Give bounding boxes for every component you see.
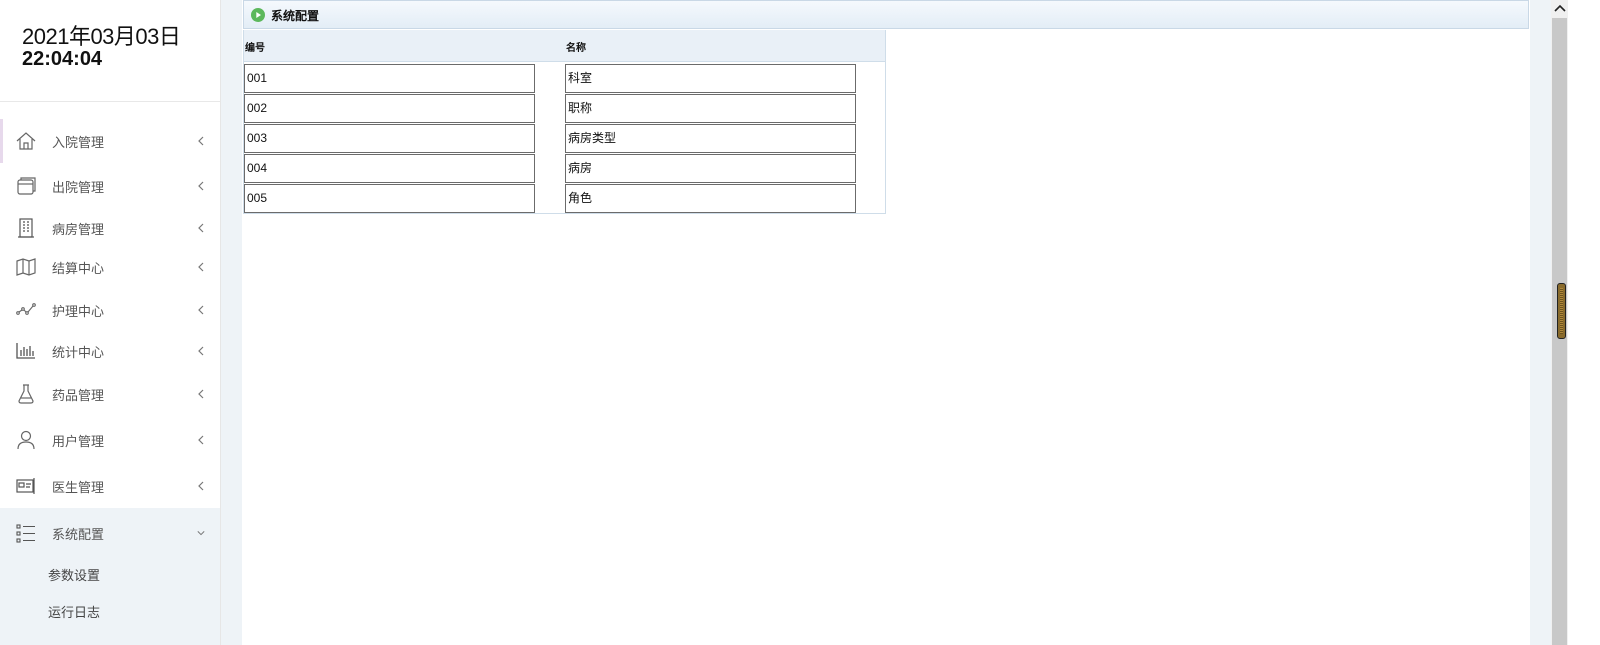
sidebar-item-label: 医生管理 bbox=[52, 480, 105, 496]
chevron-left-icon bbox=[196, 481, 206, 491]
play-circle-icon bbox=[251, 8, 265, 22]
name-cell[interactable]: 病房 bbox=[565, 154, 856, 183]
scrollbar-thumb[interactable] bbox=[1557, 283, 1566, 339]
chevron-left-icon bbox=[196, 435, 206, 445]
building-icon bbox=[15, 217, 37, 239]
clock-time: 22:04:04 bbox=[22, 48, 103, 70]
sidebar-item-label: 病房管理 bbox=[52, 222, 105, 238]
sidebar-item-label: 药品管理 bbox=[52, 388, 105, 404]
user-icon bbox=[15, 429, 37, 451]
sidebar-item-label: 入院管理 bbox=[52, 135, 105, 151]
sidebar-subitem-run-log[interactable]: 运行日志 bbox=[48, 602, 100, 621]
chevron-left-icon bbox=[196, 305, 206, 315]
id-cell[interactable]: 002 bbox=[244, 94, 535, 123]
chevron-left-icon bbox=[196, 389, 206, 399]
chevron-left-icon bbox=[196, 346, 206, 356]
column-header-name: 名称 bbox=[566, 43, 586, 54]
sidebar-item-nursing[interactable]: 护理中心 bbox=[0, 290, 220, 330]
id-card-icon bbox=[15, 475, 37, 497]
home-icon bbox=[15, 130, 37, 152]
id-cell[interactable]: 004 bbox=[244, 154, 535, 183]
sidebar-item-users[interactable]: 用户管理 bbox=[0, 420, 220, 460]
sidebar-item-system-config[interactable]: 系统配置 bbox=[0, 513, 220, 553]
table-header: 编号 名称 bbox=[244, 30, 885, 62]
line-chart-icon bbox=[15, 299, 37, 321]
sidebar-item-discharge[interactable]: 出院管理 bbox=[0, 166, 220, 206]
sidebar-item-doctors[interactable]: 医生管理 bbox=[0, 466, 220, 506]
window-icon bbox=[15, 175, 37, 197]
chevron-up-icon[interactable] bbox=[1554, 3, 1566, 13]
page-margin bbox=[1568, 0, 1600, 645]
sidebar-item-label: 用户管理 bbox=[52, 434, 105, 450]
id-cell[interactable]: 003 bbox=[244, 124, 535, 153]
map-icon bbox=[15, 256, 37, 278]
name-cell[interactable]: 职称 bbox=[565, 94, 856, 123]
sidebar-item-medicine[interactable]: 药品管理 bbox=[0, 374, 220, 414]
chevron-left-icon bbox=[196, 136, 206, 146]
sidebar-item-label: 护理中心 bbox=[52, 304, 105, 320]
name-cell[interactable]: 病房类型 bbox=[565, 124, 856, 153]
sidebar-item-label: 统计中心 bbox=[52, 345, 105, 361]
panel-title: 系统配置 bbox=[271, 9, 320, 23]
id-cell[interactable]: 001 bbox=[244, 64, 535, 93]
sidebar-item-label: 出院管理 bbox=[52, 180, 105, 196]
flask-icon bbox=[15, 383, 37, 405]
column-header-id: 编号 bbox=[245, 43, 265, 54]
sidebar-item-label: 系统配置 bbox=[52, 527, 105, 543]
sidebar-subitem-parameters[interactable]: 参数设置 bbox=[48, 565, 100, 584]
chevron-left-icon bbox=[196, 181, 206, 191]
clock-date: 2021年03月03日 bbox=[22, 24, 181, 49]
list-icon bbox=[15, 522, 37, 544]
sidebar-item-ward[interactable]: 病房管理 bbox=[0, 208, 220, 248]
name-cell[interactable]: 角色 bbox=[565, 184, 856, 213]
config-table: 编号 名称 001 科室 002 职称 003 病房类型 004 病房 005 … bbox=[243, 30, 886, 214]
vertical-scrollbar[interactable] bbox=[1551, 0, 1568, 645]
panel-header: 系统配置 bbox=[243, 0, 1529, 29]
sidebar-item-statistics[interactable]: 统计中心 bbox=[0, 331, 220, 371]
chevron-left-icon bbox=[196, 262, 206, 272]
sidebar-item-label: 结算中心 bbox=[52, 261, 105, 277]
name-cell[interactable]: 科室 bbox=[565, 64, 856, 93]
chevron-down-icon bbox=[196, 528, 206, 538]
chevron-left-icon bbox=[196, 223, 206, 233]
sidebar-item-settlement[interactable]: 结算中心 bbox=[0, 247, 220, 287]
sidebar-divider bbox=[0, 101, 220, 102]
layout-gutter-right bbox=[1530, 0, 1551, 645]
clock: 2021年03月03日 22:04:04 bbox=[22, 24, 181, 70]
bar-chart-icon bbox=[15, 340, 37, 362]
layout-gutter bbox=[221, 0, 242, 645]
sidebar-item-admission[interactable]: 入院管理 bbox=[0, 119, 220, 163]
sidebar: 2021年03月03日 22:04:04 入院管理 出院管理 病房管理 结算中心 bbox=[0, 0, 221, 645]
id-cell[interactable]: 005 bbox=[244, 184, 535, 213]
